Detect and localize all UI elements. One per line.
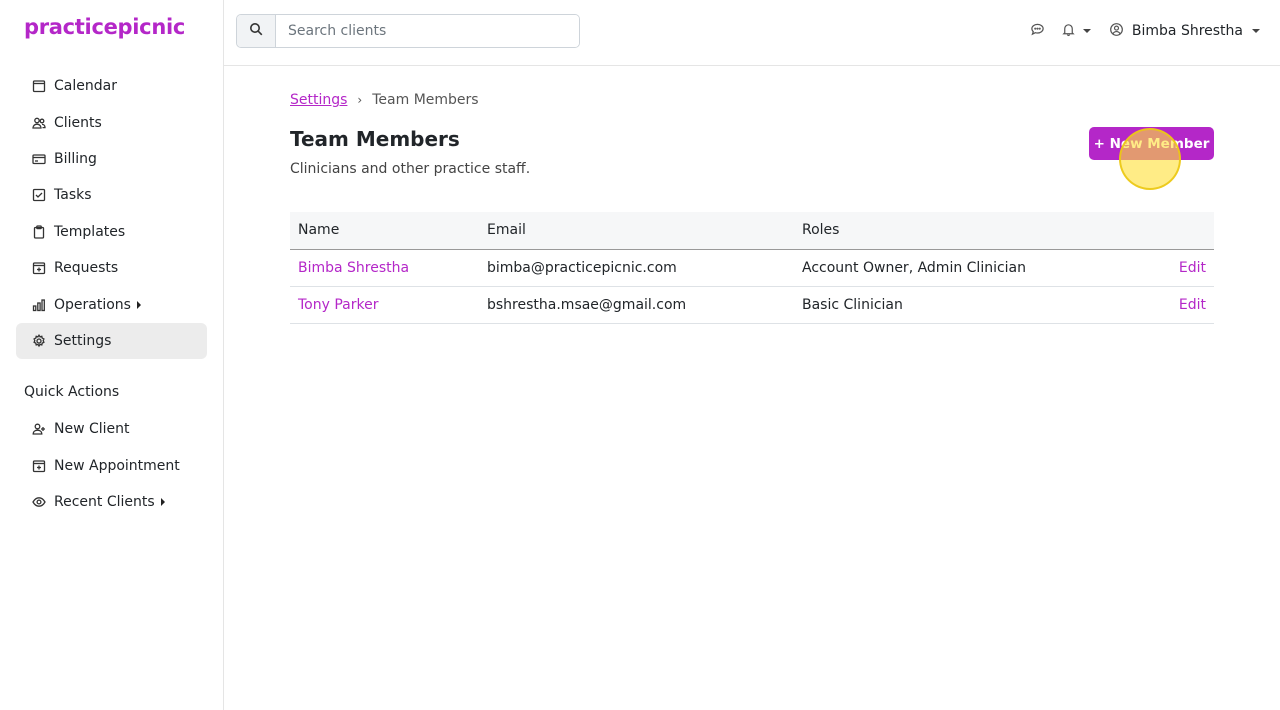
page-title: Team Members — [290, 127, 460, 151]
member-name-link[interactable]: Tony Parker — [298, 297, 378, 313]
search-input[interactable] — [276, 15, 579, 47]
users-icon — [32, 116, 46, 130]
quick-action-label: Recent Clients — [54, 493, 155, 510]
chevron-down-icon — [1252, 29, 1260, 33]
bar-chart-icon — [32, 298, 46, 312]
sidebar-item-label: Settings — [54, 332, 112, 349]
search-box — [236, 14, 580, 48]
edit-member-link[interactable]: Edit — [1179, 297, 1206, 313]
table-row: Bimba Shrestha bimba@practicepicnic.com … — [290, 249, 1214, 287]
top-bar: Bimba Shrestha — [224, 0, 1280, 66]
quick-action-label: New Appointment — [54, 457, 180, 474]
clipboard-icon — [32, 225, 46, 239]
column-header-actions — [1094, 212, 1214, 250]
sidebar-item-billing[interactable]: Billing — [16, 141, 207, 177]
gear-icon — [32, 333, 46, 348]
breadcrumb-current: Team Members — [372, 92, 479, 108]
main-nav: Calendar Clients Billing Tasks Templates… — [16, 68, 207, 360]
checkbox-icon — [32, 188, 46, 202]
top-right-controls: Bimba Shrestha — [1030, 20, 1260, 42]
breadcrumb: Settings › Team Members — [290, 92, 479, 108]
chevron-down-icon — [1082, 29, 1091, 33]
edit-cell: Edit — [1094, 249, 1214, 287]
bell-icon — [1061, 22, 1076, 41]
calendar-plus-icon — [32, 459, 46, 473]
user-menu[interactable]: Bimba Shrestha — [1109, 22, 1260, 41]
eye-icon — [32, 495, 46, 509]
quick-action-recent-clients[interactable]: Recent Clients — [16, 484, 207, 520]
sidebar-item-label: Requests — [54, 260, 119, 277]
credit-card-icon — [32, 152, 46, 166]
sidebar-item-tasks[interactable]: Tasks — [16, 177, 207, 213]
sidebar-item-templates[interactable]: Templates — [16, 214, 207, 250]
sidebar-item-calendar[interactable]: Calendar — [16, 68, 207, 104]
plus-square-icon — [32, 261, 46, 275]
caret-right-icon — [136, 300, 141, 309]
page-subtitle: Clinicians and other practice staff. — [290, 161, 531, 177]
calendar-icon — [32, 79, 46, 93]
user-avatar-icon — [1109, 22, 1124, 41]
member-name-cell: Bimba Shrestha — [290, 249, 479, 287]
search-button[interactable] — [237, 15, 276, 47]
edit-cell: Edit — [1094, 286, 1214, 324]
quick-actions-heading: Quick Actions — [24, 384, 120, 400]
member-roles: Account Owner, Admin Clinician — [794, 249, 1094, 287]
quick-action-new-appointment[interactable]: New Appointment — [16, 447, 207, 483]
sidebar-item-clients[interactable]: Clients — [16, 104, 207, 140]
member-email: bshrestha.msae@gmail.com — [479, 286, 794, 324]
table-header-row: Name Email Roles — [290, 212, 1214, 250]
sidebar-item-operations[interactable]: Operations — [16, 286, 207, 322]
new-member-button[interactable]: + New Member — [1089, 127, 1214, 160]
column-header-name: Name — [290, 212, 479, 250]
sidebar-item-settings[interactable]: Settings — [16, 322, 207, 360]
sidebar-item-label: Clients — [54, 114, 102, 131]
user-name: Bimba Shrestha — [1131, 23, 1243, 39]
sidebar-item-label: Operations — [54, 296, 131, 313]
member-roles: Basic Clinician — [794, 286, 1094, 324]
chat-icon[interactable] — [1030, 22, 1045, 41]
quick-action-label: New Client — [54, 421, 130, 438]
breadcrumb-settings-link[interactable]: Settings — [290, 92, 347, 108]
notifications-dropdown[interactable] — [1061, 22, 1091, 41]
app-logo[interactable]: practicepicnic — [24, 15, 185, 39]
caret-right-icon — [160, 497, 165, 506]
member-name-cell: Tony Parker — [290, 286, 479, 324]
sidebar-item-label: Templates — [54, 223, 126, 240]
sidebar-item-requests[interactable]: Requests — [16, 250, 207, 286]
sidebar-item-label: Tasks — [54, 187, 92, 204]
sidebar-item-label: Calendar — [54, 78, 117, 95]
member-name-link[interactable]: Bimba Shrestha — [298, 260, 409, 276]
search-icon — [249, 22, 263, 40]
member-email: bimba@practicepicnic.com — [479, 249, 794, 287]
sidebar: practicepicnic Calendar Clients Billing … — [0, 0, 224, 710]
user-plus-icon — [32, 422, 46, 436]
team-members-table: Name Email Roles Bimba Shrestha bimba@pr… — [290, 212, 1214, 324]
table-row: Tony Parker bshrestha.msae@gmail.com Bas… — [290, 286, 1214, 324]
quick-actions: New Client New Appointment Recent Client… — [16, 411, 207, 520]
sidebar-item-label: Billing — [54, 150, 97, 167]
breadcrumb-separator-icon: › — [357, 93, 363, 107]
edit-member-link[interactable]: Edit — [1179, 260, 1206, 276]
column-header-email: Email — [479, 212, 794, 250]
column-header-roles: Roles — [794, 212, 1094, 250]
quick-action-new-client[interactable]: New Client — [16, 411, 207, 447]
